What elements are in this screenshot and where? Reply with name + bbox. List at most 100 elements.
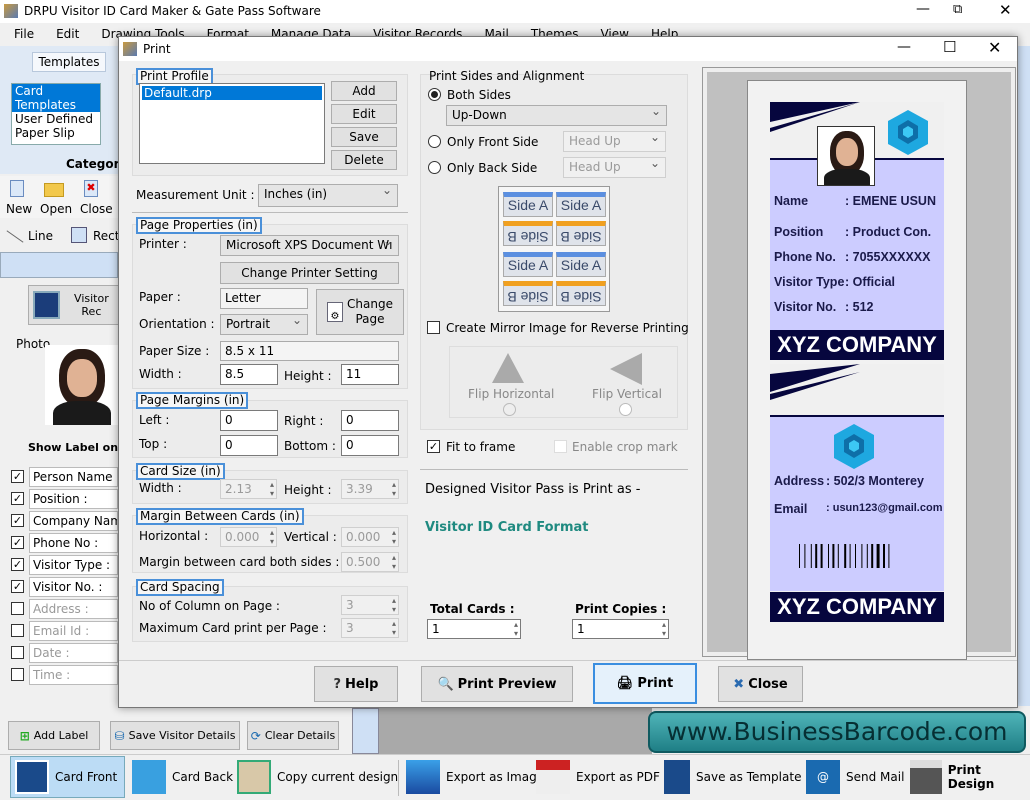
paper-field[interactable]: Letter	[220, 288, 308, 309]
menu-file[interactable]: File	[14, 27, 34, 41]
show-label-checkbox[interactable]	[11, 624, 24, 637]
change-page-button[interactable]: ⚙ Change Page	[316, 289, 404, 335]
front-side-select[interactable]: Head Up	[563, 131, 666, 152]
both-sides-margin-stepper[interactable]: 0.500	[341, 552, 399, 572]
front-side-radio[interactable]	[428, 135, 441, 148]
profile-item[interactable]: Default.drp	[142, 86, 322, 100]
flip-horizontal-radio[interactable]	[503, 403, 516, 416]
page-width-field[interactable]: 8.5	[220, 364, 278, 385]
label-field[interactable]: Company Nam	[29, 511, 118, 531]
add-label-button[interactable]: ⊞ Add Label	[8, 721, 100, 750]
both-sides-select[interactable]: Up-Down	[446, 105, 667, 126]
label-field[interactable]: Time :	[29, 665, 118, 685]
total-cards-stepper[interactable]: 1	[427, 619, 521, 639]
dialog-minimize-button[interactable]: —	[897, 39, 911, 55]
show-label-checkbox[interactable]: ✓	[11, 580, 24, 593]
both-sides-radio[interactable]	[428, 88, 441, 101]
new-button[interactable]: New	[6, 202, 32, 216]
print-design-button[interactable]: Print Design	[906, 756, 1030, 798]
max-cards-stepper[interactable]: 3	[341, 618, 399, 638]
label-field[interactable]: Email Id :	[29, 621, 118, 641]
profile-save-button[interactable]: Save	[331, 127, 397, 147]
show-label-checkbox[interactable]: ✓	[11, 470, 24, 483]
horizontal-stepper[interactable]: 0.000	[220, 527, 277, 547]
print-preview-button[interactable]: 🔍 Print Preview	[421, 666, 573, 702]
page-height-field[interactable]: 11	[341, 364, 399, 385]
paper-size-field[interactable]: 8.5 x 11	[220, 341, 399, 361]
close-file-icon: ✖	[84, 180, 98, 197]
profile-delete-button[interactable]: Delete	[331, 150, 397, 170]
preview-icon: 🔍	[437, 676, 454, 692]
menu-edit[interactable]: Edit	[56, 27, 79, 41]
help-button[interactable]: ? Help	[314, 666, 398, 702]
save-template-button[interactable]: Save as Template	[660, 756, 805, 798]
minimize-button[interactable]: —	[916, 1, 930, 17]
flip-vertical-radio[interactable]	[619, 403, 632, 416]
margin-top-field[interactable]: 0	[220, 435, 278, 456]
back-side-radio[interactable]	[428, 161, 441, 174]
crop-mark-checkbox[interactable]	[554, 440, 567, 453]
show-label-checkbox[interactable]: ✓	[11, 558, 24, 571]
export-image-button[interactable]: Export as Image	[402, 756, 548, 798]
back-side-select[interactable]: Head Up	[563, 157, 666, 178]
label-field[interactable]: Position :	[29, 489, 118, 509]
label-field[interactable]: Date :	[29, 643, 118, 663]
app-close-button[interactable]: ✕	[999, 1, 1012, 19]
clear-details-button[interactable]: ⟳ Clear Details	[247, 721, 339, 750]
card-width-stepper[interactable]: 2.13	[220, 479, 277, 499]
close-button[interactable]: Close	[80, 202, 113, 216]
company-logo-icon	[888, 110, 928, 155]
export-pdf-button[interactable]: Export as PDF	[532, 756, 664, 798]
print-button[interactable]: 🖨 Print	[593, 663, 697, 704]
label-field[interactable]: Phone No :	[29, 533, 118, 553]
profile-edit-button[interactable]: Edit	[331, 104, 397, 124]
card-front-button[interactable]: Card Front	[10, 756, 125, 798]
label-field[interactable]: Person Name :	[29, 467, 118, 487]
dialog-close-button[interactable]: ✕	[988, 38, 1001, 57]
category-list[interactable]: Card Templates User Defined Paper Slip	[11, 83, 101, 145]
page-height-label: Height :	[284, 369, 332, 383]
copy-design-button[interactable]: Copy current design	[233, 756, 402, 798]
profile-list[interactable]: Default.drp	[139, 83, 325, 164]
printer-select[interactable]: Microsoft XPS Document Wı	[220, 235, 399, 256]
restore-button[interactable]: ⧉	[953, 2, 962, 17]
label-field[interactable]: Visitor No. :	[29, 577, 118, 597]
label-field[interactable]: Visitor Type :	[29, 555, 118, 575]
save-visitor-details-button[interactable]: ⛁ Save Visitor Details	[110, 721, 240, 750]
visitor-photo	[45, 345, 118, 425]
category-item[interactable]: User Defined	[12, 112, 100, 126]
profile-add-button[interactable]: Add	[331, 81, 397, 101]
show-label-checkbox[interactable]: ✓	[11, 514, 24, 527]
total-cards-label: Total Cards :	[430, 602, 515, 616]
margin-right-field[interactable]: 0	[341, 410, 399, 431]
line-tool[interactable]: Line	[28, 229, 53, 243]
print-copies-stepper[interactable]: 1	[572, 619, 669, 639]
visitor-records-button[interactable]: Visitor Rec	[28, 285, 120, 325]
dialog-maximize-button[interactable]: ☐	[943, 38, 956, 56]
category-item[interactable]: Card Templates	[12, 84, 100, 112]
margin-bottom-field[interactable]: 0	[341, 435, 399, 456]
show-label-checkbox[interactable]: ✓	[11, 536, 24, 549]
card-height-stepper[interactable]: 3.39	[341, 479, 399, 499]
orientation-select[interactable]: Portrait	[220, 314, 308, 335]
mirror-checkbox[interactable]	[427, 321, 440, 334]
columns-stepper[interactable]: 3	[341, 595, 399, 615]
category-item[interactable]: Paper Slip	[12, 126, 100, 140]
open-button[interactable]: Open	[40, 202, 72, 216]
side-b-tile: Side B	[503, 281, 553, 306]
show-label-checkbox[interactable]	[11, 646, 24, 659]
show-label-checkbox[interactable]: ✓	[11, 492, 24, 505]
margin-left-field[interactable]: 0	[220, 410, 278, 431]
close-dialog-button[interactable]: ✖ Close	[718, 666, 803, 702]
show-label-checkbox[interactable]	[11, 668, 24, 681]
tab-templates[interactable]: Templates	[32, 52, 106, 72]
label-field[interactable]: Address :	[29, 599, 118, 619]
change-printer-setting-button[interactable]: Change Printer Setting	[220, 262, 399, 284]
measurement-unit-label: Measurement Unit :	[136, 188, 255, 202]
show-label-checkbox[interactable]	[11, 602, 24, 615]
measurement-unit-select[interactable]: Inches (in)	[258, 184, 398, 207]
vertical-stepper[interactable]: 0.000	[341, 527, 399, 547]
card-back-button[interactable]: Card Back	[128, 756, 237, 798]
send-mail-button[interactable]: @ Send Mail	[802, 756, 908, 798]
fit-to-frame-checkbox[interactable]: ✓	[427, 440, 440, 453]
